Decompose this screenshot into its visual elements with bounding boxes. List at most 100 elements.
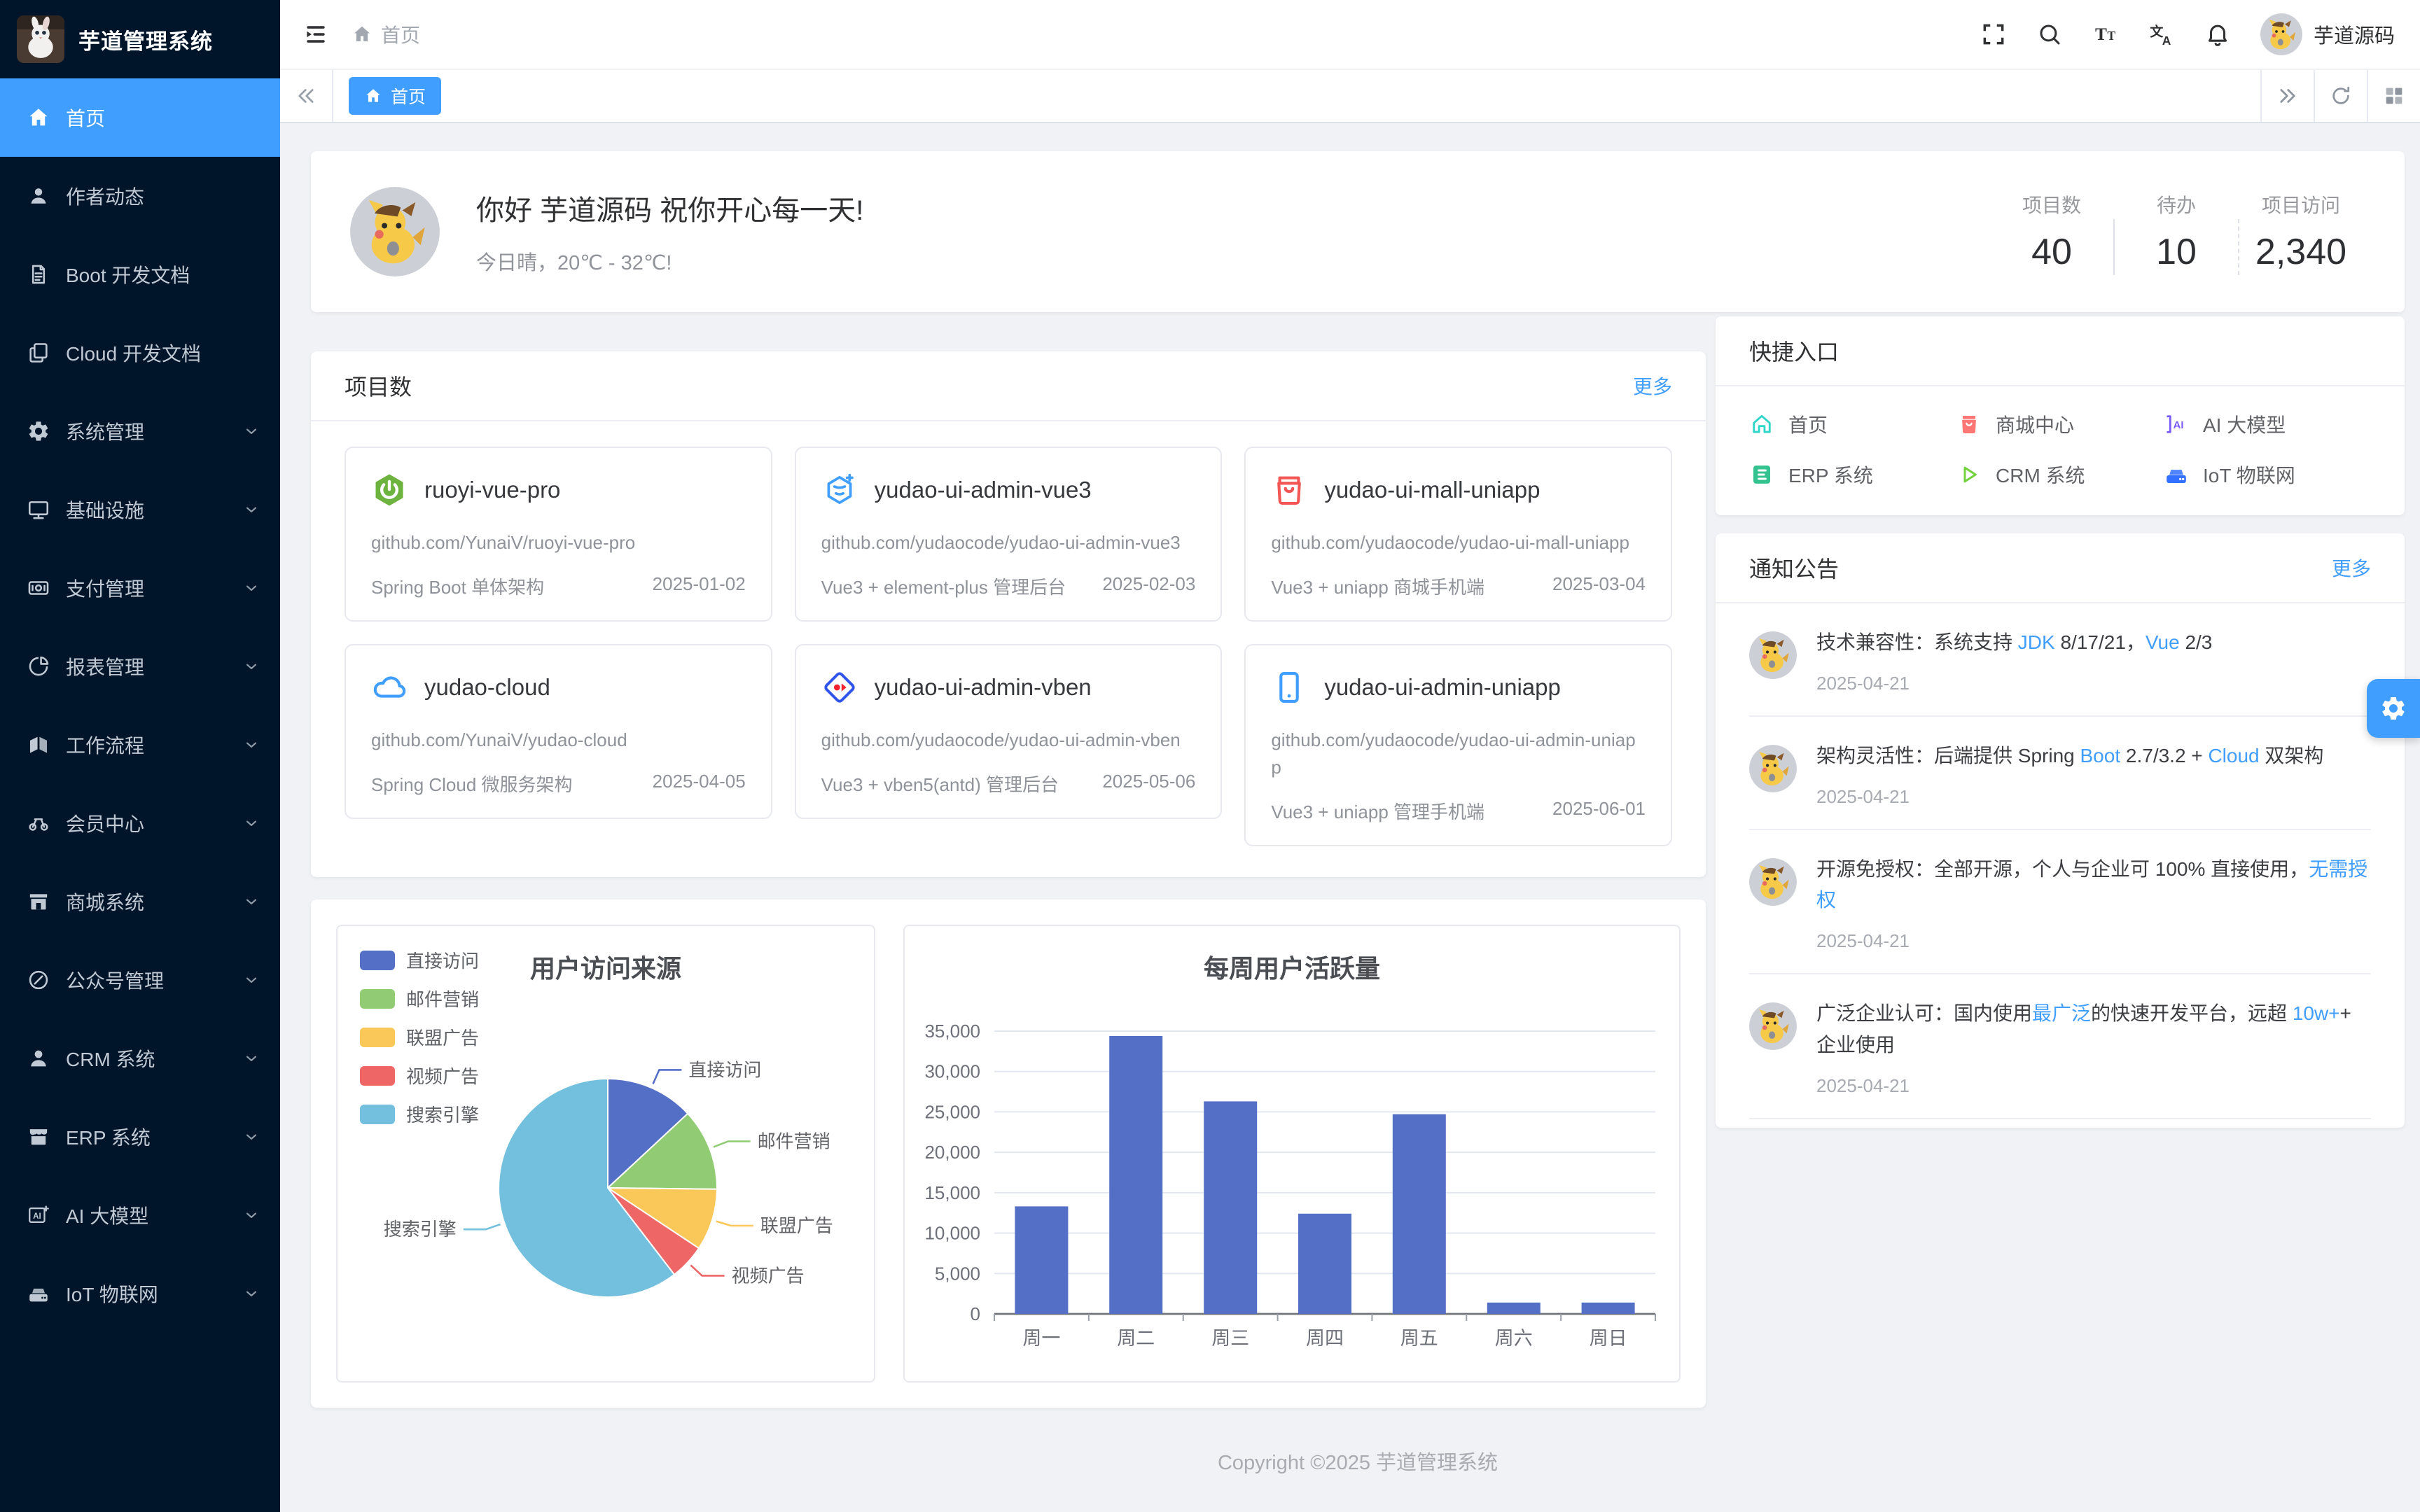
quick-entry-4[interactable]: CRM 系统 [1956,461,2164,489]
project-meta: Spring Boot 单体架构2025-01-02 [371,573,746,599]
user-menu[interactable]: 芋道源码 [2260,13,2395,55]
legend-item-2[interactable]: 联盟广告 [360,1024,479,1050]
notice-list: 技术兼容性：系统支持 JDK 8/17/21，Vue 2/32025-04-21… [1716,603,2405,1119]
settings-fab-button[interactable] [2367,679,2420,738]
project-card-1[interactable]: yudao-ui-admin-vue3github.com/yudaocode/… [795,447,1223,622]
sidebar-item-14[interactable]: AIAI 大模型 [0,1176,280,1254]
notice-body: 开源免授权：全部开源，个人与企业可 100% 直接使用，无需授权2025-04-… [1816,854,2371,953]
stat-2: 项目访问 2,340 [2239,190,2363,273]
legend-item-4[interactable]: 搜索引擎 [360,1101,479,1127]
quick-entry-card: 快捷入口 首页商城中心AIAI 大模型 ERP 系统CRM 系统 IoT 物联网 [1716,316,2405,515]
language-icon[interactable]: 文A [2148,21,2175,48]
sidebar-item-10[interactable]: 商城系统 [0,862,280,941]
legend-label: 联盟广告 [406,1024,479,1050]
sidebar-item-3[interactable]: Cloud 开发文档 [0,314,280,392]
project-card-2[interactable]: yudao-ui-mall-uniappgithub.com/yudaocode… [1244,447,1672,622]
search-icon[interactable] [2036,21,2063,48]
font-size-icon[interactable]: TT [2092,21,2119,48]
quick-entry-5[interactable]: IoT 物联网 [2164,461,2371,489]
project-date: 2025-05-06 [1102,771,1195,797]
tabs-scroll-left-button[interactable] [280,70,333,122]
notice-item-3[interactable]: 广泛企业认可：国内使用最广泛的快速开发平台，远超 10w++ 企业使用2025-… [1749,974,2371,1119]
double-chevron-left-icon [294,84,318,108]
legend-label: 视频广告 [406,1063,479,1088]
tab-layout-button[interactable] [2367,70,2420,122]
notice-more-link[interactable]: 更多 [2332,554,2371,582]
quick-entry-header: 快捷入口 [1716,316,2405,386]
project-card-3[interactable]: yudao-cloudgithub.com/YunaiV/yudao-cloud… [345,644,772,819]
stat-label: 项目访问 [2253,190,2349,218]
project-card-0[interactable]: ruoyi-vue-pro github.com/YunaiV/ruoyi-vue… [345,447,772,622]
sidebar-item-2[interactable]: Boot 开发文档 [0,235,280,314]
sidebar-item-1[interactable]: 作者动态 [0,157,280,235]
home-icon [352,24,373,45]
project-url: github.com/yudaocode/yudao-ui-admin-vue3 [821,529,1196,556]
project-name: ruoyi-vue-pro [424,477,560,503]
sidebar-item-13[interactable]: ERP 系统 [0,1098,280,1176]
refresh-tab-button[interactable] [2314,70,2367,122]
charts-card: 用户访问来源 直接访问邮件营销联盟广告视频广告搜索引擎 直接访问邮件营销联盟广告… [311,899,1706,1408]
bell-icon[interactable] [2204,21,2231,48]
project-url: github.com/YunaiV/ruoyi-vue-pro [371,529,746,556]
legend-item-1[interactable]: 邮件营销 [360,986,479,1011]
quick-entry-2[interactable]: AIAI 大模型 [2164,410,2371,438]
quick-entry-3[interactable]: ERP 系统 [1749,461,1956,489]
notice-link[interactable]: JDK [2018,631,2055,653]
sidebar-item-5[interactable]: 基础设施 [0,470,280,549]
fullscreen-icon[interactable] [1980,21,2007,48]
money-icon [27,576,50,600]
sidebar-item-12[interactable]: CRM 系统 [0,1019,280,1098]
notice-link[interactable]: Boot [2080,745,2121,766]
tabs-scroll-right-button[interactable] [2260,70,2314,122]
grid-icon [2382,84,2406,108]
logo-row[interactable]: 芋道管理系统 [0,0,280,78]
tab-home[interactable]: 首页 [349,77,441,115]
project-card-top: ruoyi-vue-pro [371,472,746,508]
sidebar-item-8[interactable]: 工作流程 [0,706,280,784]
notice-text-segment: 广泛企业认可：国内使用 [1816,1002,2032,1024]
legend-item-0[interactable]: 直接访问 [360,947,479,973]
project-desc: Vue3 + uniapp 管理手机端 [1271,798,1484,824]
notice-link[interactable]: 最广泛 [2032,1002,2091,1024]
notice-text: 技术兼容性：系统支持 JDK 8/17/21，Vue 2/3 [1816,627,2371,659]
notice-header: 通知公告 更多 [1716,533,2405,603]
quick-ai-icon: AI [2164,412,2189,437]
sidebar-item-7[interactable]: 报表管理 [0,627,280,706]
notice-text-segment: 技术兼容性：系统支持 [1816,631,2018,653]
ai-icon: AI [27,1203,50,1227]
notice-link[interactable]: 10w+ [2293,1002,2340,1024]
sidebar-item-4[interactable]: 系统管理 [0,392,280,470]
pie-legend: 直接访问邮件营销联盟广告视频广告搜索引擎 [360,947,479,1140]
sidebar-item-label: 报表管理 [66,652,227,680]
app-root: 芋道管理系统 首页作者动态Boot 开发文档Cloud 开发文档系统管理基础设施… [0,0,2420,1512]
stat-value: 2,340 [2253,231,2349,273]
project-card-5[interactable]: yudao-ui-admin-uniappgithub.com/yudaocod… [1244,644,1672,846]
quick-entry-1[interactable]: 商城中心 [1956,410,2164,438]
sidebar-item-6[interactable]: 支付管理 [0,549,280,627]
collapse-sidebar-icon[interactable] [302,21,329,48]
project-desc: Vue3 + uniapp 商城手机端 [1271,573,1484,599]
notice-text-segment: 双架构 [2260,745,2324,766]
sidebar-item-0[interactable]: 首页 [0,78,280,157]
sidebar-item-label: Boot 开发文档 [66,260,260,288]
notice-item-2[interactable]: 开源免授权：全部开源，个人与企业可 100% 直接使用，无需授权2025-04-… [1749,830,2371,975]
notice-item-1[interactable]: 架构灵活性：后端提供 Spring Boot 2.7/3.2 + Cloud 双… [1749,717,2371,830]
notice-link[interactable]: Cloud [2208,745,2259,766]
notice-item-0[interactable]: 技术兼容性：系统支持 JDK 8/17/21，Vue 2/32025-04-21 [1749,603,2371,717]
tab-label: 首页 [391,83,426,108]
quick-entry-0[interactable]: 首页 [1749,410,1956,438]
projects-title: 项目数 [345,370,412,402]
sidebar-item-15[interactable]: IoT 物联网 [0,1254,280,1333]
gear-icon [27,419,50,443]
stat-1: 待办10 [2115,190,2238,273]
project-card-4[interactable]: yudao-ui-admin-vbengithub.com/yudaocode/… [795,644,1223,819]
mall-bag-icon [1271,472,1307,508]
avatar [350,187,440,276]
sidebar-item-9[interactable]: 会员中心 [0,784,280,862]
quick-entry-label: IoT 物联网 [2203,461,2295,489]
sidebar-item-11[interactable]: 公众号管理 [0,941,280,1019]
notice-link[interactable]: Vue [2146,631,2180,653]
projects-more-link[interactable]: 更多 [1633,372,1672,400]
legend-item-3[interactable]: 视频广告 [360,1063,479,1088]
sidebar-item-label: 商城系统 [66,888,227,916]
